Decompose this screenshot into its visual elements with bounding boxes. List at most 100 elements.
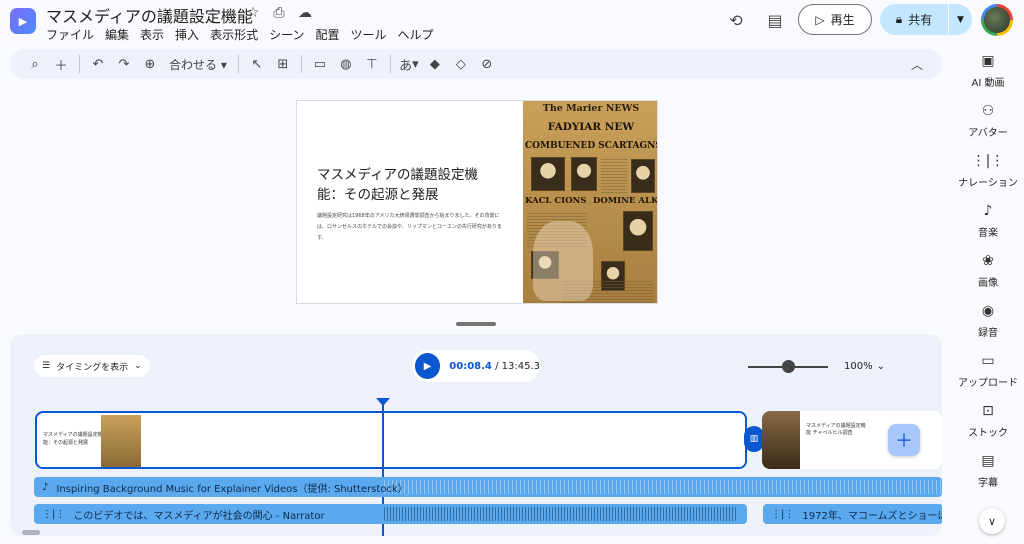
show-timing-button[interactable]: ☰ タイミングを表示 ⌄ <box>34 355 150 377</box>
menu-tools[interactable]: ツール <box>351 26 387 43</box>
comment-icon[interactable]: ▤ <box>764 9 786 31</box>
mask-image-icon[interactable]: ⊘ <box>474 51 500 77</box>
app-logo-icon[interactable]: ▶ <box>10 8 36 34</box>
undo-icon[interactable]: ↶ <box>85 51 111 77</box>
side-panel-label: 音楽 <box>978 228 998 239</box>
share-main-button[interactable]: 🔒︎ 共有 <box>880 4 948 35</box>
narration-waveform-icon: ⋮|⋮ <box>971 153 1005 169</box>
side-panel-ai-video[interactable]: ▣ AI 動画 <box>952 53 1024 89</box>
folder-icon: ▭ <box>981 353 995 369</box>
image-icon[interactable]: ▭ <box>307 51 333 77</box>
music-waveform <box>384 480 942 494</box>
image-sparkle-icon: ❀ <box>982 253 994 269</box>
play-button[interactable]: ▷ 再生 <box>798 4 872 35</box>
side-panel-record[interactable]: ◉ 録音 <box>952 303 1024 339</box>
toolbar-divider <box>300 55 302 73</box>
app-window: ▶ マスメディアの議題設定機能 ☆ ⎙ ☁ ファイル 編集 表示 挿入 表示形式… <box>0 0 1024 544</box>
chevron-down-icon: ⌄ <box>876 361 885 372</box>
music-track-label: ♪ Inspiring Background Music for Explain… <box>42 480 408 495</box>
side-panel-captions[interactable]: ▤ 字幕 <box>952 453 1024 489</box>
side-panel-upload[interactable]: ▭ アップロード <box>952 353 1024 389</box>
side-panel-label: ナレーション <box>958 178 1018 189</box>
scene-clip-selected[interactable]: マスメディアの議題設定機能：その起源と発展 <box>35 411 747 469</box>
scroll-down-icon[interactable]: ∨ <box>979 508 1005 534</box>
timeline-zoom-select[interactable]: 100% ⌄ <box>844 361 885 372</box>
slide-title[interactable]: マスメディアの議題設定機能：その起源と発展 <box>317 165 497 205</box>
slider-thumb[interactable] <box>782 360 795 373</box>
cloud-saved-icon[interactable]: ☁ <box>296 4 314 22</box>
timeline-play-button[interactable]: ▶ <box>415 353 441 379</box>
add-scene-button[interactable]: ＋ <box>888 424 920 456</box>
slide-body-text[interactable]: 議題設定研究は1968年のアメリカ大統領選挙調査から始まりました。その背景には、… <box>317 211 503 244</box>
narration-track-title: このビデオでは、マスメディアが社会の関心 - Narrator <box>73 511 325 522</box>
stock-media-icon: ⊡ <box>982 403 994 419</box>
current-time: 00:08.4 <box>449 360 492 372</box>
slide-canvas[interactable]: マスメディアの議題設定機能：その起源と発展 議題設定研究は1968年のアメリカ大… <box>296 100 658 304</box>
text-box-icon[interactable]: ⊞ <box>270 51 296 77</box>
document-title[interactable]: マスメディアの議題設定機能 <box>46 3 253 27</box>
avatar[interactable] <box>981 4 1013 36</box>
text-style-select[interactable]: あ ▾ <box>396 51 422 77</box>
fill-color-icon[interactable]: ◆ <box>422 51 448 77</box>
music-note-icon: ♪ <box>983 203 993 219</box>
newspaper-photo <box>631 159 655 193</box>
transition-icon[interactable]: ▥ <box>744 426 764 452</box>
star-icon[interactable]: ☆ <box>244 4 262 22</box>
narration-track[interactable]: ⋮|⋮ このビデオでは、マスメディアが社会の関心 - Narrator <box>34 504 747 524</box>
collapse-toolbar-icon[interactable]: ︿ <box>906 53 928 75</box>
move-to-drive-icon[interactable]: ⎙ <box>270 4 288 22</box>
ai-video-icon: ▣ <box>981 53 995 69</box>
menu-edit[interactable]: 編集 <box>105 26 129 43</box>
timing-icon: ☰ <box>42 361 51 371</box>
select-cursor-icon[interactable]: ↖ <box>244 51 270 77</box>
music-track-title: Inspiring Background Music for Explainer… <box>56 484 408 495</box>
menu-file[interactable]: ファイル <box>46 26 94 43</box>
timeline-zoom-value: 100% <box>844 361 873 372</box>
side-panel-narration[interactable]: ⋮|⋮ ナレーション <box>952 153 1024 189</box>
menu-format[interactable]: 表示形式 <box>210 26 258 43</box>
narration-track[interactable]: ⋮|⋮ 1972年、マコームズとショーは <box>763 504 942 524</box>
scene-track: マスメディアの議題設定機能：その起源と発展 ▥ マスメディアの議題設定機能 チャ… <box>34 410 942 470</box>
side-panel-avatar[interactable]: ⚇ アバター <box>952 103 1024 139</box>
menu-insert[interactable]: 挿入 <box>175 26 199 43</box>
zoom-select-label: 合わせる <box>169 57 218 72</box>
scene-thumbnail-text: マスメディアの議題設定機能 チャペルヒル調査 <box>806 423 866 436</box>
narration-track-label: ⋮|⋮ このビデオでは、マスメディアが社会の関心 - Narrator <box>42 507 325 522</box>
menu-bar: ファイル 編集 表示 挿入 表示形式 シーン 配置 ツール ヘルプ <box>46 26 434 43</box>
menu-help[interactable]: ヘルプ <box>398 26 434 43</box>
scene-thumbnail-image <box>762 411 800 469</box>
side-panel-images[interactable]: ❀ 画像 <box>952 253 1024 289</box>
new-scene-icon[interactable]: ＋ <box>48 51 74 77</box>
side-panel-label: アバター <box>968 128 1008 139</box>
share-dropdown-icon[interactable]: ▼ <box>948 4 972 35</box>
side-panel-music[interactable]: ♪ 音楽 <box>952 203 1024 239</box>
zoom-icon[interactable]: ⊕ <box>137 51 163 77</box>
redo-icon[interactable]: ↷ <box>111 51 137 77</box>
zoom-select[interactable]: 合わせる ▾ <box>163 56 233 73</box>
playback-time: 00:08.4 / 13:45.3 <box>449 361 540 372</box>
border-color-icon[interactable]: ◇ <box>448 51 474 77</box>
music-track[interactable]: ♪ Inspiring Background Music for Explain… <box>34 477 942 497</box>
menu-scene[interactable]: シーン <box>269 26 304 43</box>
newspaper-masthead: The Marier NEWS <box>542 103 640 114</box>
menu-arrange[interactable]: 配置 <box>315 26 339 43</box>
narration-waveform-icon: ⋮|⋮ <box>42 509 66 520</box>
newspaper-image[interactable]: The Marier NEWS FADYIAR NEW COMBUENED SC… <box>523 101 657 303</box>
horizontal-scrollbar[interactable] <box>22 530 40 535</box>
search-menus-icon[interactable]: ⌕ <box>22 51 48 77</box>
timeline-zoom-slider[interactable] <box>748 360 828 373</box>
side-panel-stock[interactable]: ⊡ ストック <box>952 403 1024 439</box>
newspaper-hand <box>533 221 593 301</box>
share-button-label: 共有 <box>908 13 933 27</box>
scene-thumbnail: マスメディアの議題設定機能：その起源と発展 <box>39 415 143 467</box>
resize-handle[interactable] <box>456 322 496 326</box>
narration-track-title: 1972年、マコームズとショーは <box>802 511 942 522</box>
share-button[interactable]: 🔒︎ 共有 ▼ <box>880 4 972 35</box>
paint-format-icon[interactable]: ⊤ <box>359 51 385 77</box>
scene-thumbnail-text: マスメディアの議題設定機能：その起源と発展 <box>43 432 103 446</box>
menu-view[interactable]: 表示 <box>140 26 164 43</box>
narration-track-label: ⋮|⋮ 1972年、マコームズとショーは <box>771 507 942 522</box>
avatar-image <box>984 7 1010 33</box>
theme-palette-icon[interactable]: ◍ <box>333 51 359 77</box>
version-history-icon[interactable]: ⟲ <box>725 9 747 31</box>
